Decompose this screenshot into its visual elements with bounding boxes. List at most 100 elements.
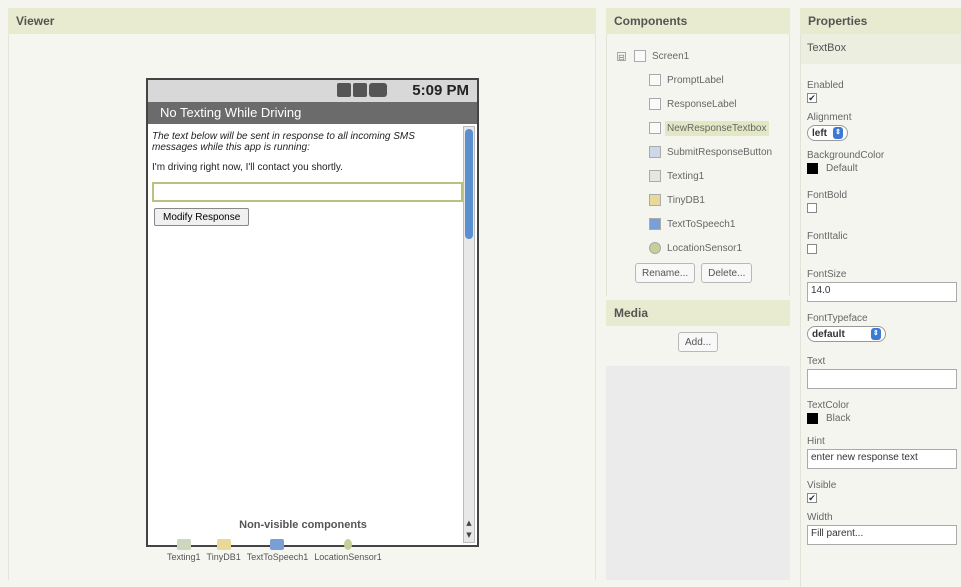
delete-button[interactable]: Delete... <box>701 263 753 283</box>
modify-response-button[interactable]: Modify Response <box>154 208 250 226</box>
hint-input[interactable]: enter new response text <box>807 449 957 469</box>
component-type-label: TextBox <box>801 34 961 64</box>
tree-item-label: TextToSpeech1 <box>667 218 736 230</box>
location-icon <box>649 242 661 254</box>
prop-text: Text <box>801 356 961 389</box>
new-response-textbox[interactable] <box>152 182 463 202</box>
textcolor-picker[interactable]: Black <box>807 413 955 424</box>
fontbold-checkbox[interactable] <box>807 203 817 213</box>
tree-item-tinydb1[interactable]: TinyDB1 <box>607 188 791 212</box>
phone-scrollbar[interactable]: ▲ ▼ <box>463 126 475 543</box>
select-arrows-icon: ⇕ <box>870 328 881 340</box>
prop-label: FontSize <box>807 269 847 280</box>
select-arrows-icon: ⇕ <box>833 127 843 139</box>
textbox-icon <box>649 122 661 134</box>
screen-icon <box>634 50 646 62</box>
visible-checkbox[interactable]: ✔ <box>807 493 817 503</box>
prop-label: BackgroundColor <box>807 150 885 161</box>
scroll-down-arrow[interactable]: ▼ <box>464 530 474 540</box>
fontsize-input[interactable]: 14.0 <box>807 282 957 302</box>
response-label[interactable]: I'm driving right now, I'll contact you … <box>152 162 459 174</box>
button-icon <box>649 146 661 158</box>
media-header: Media <box>606 300 790 326</box>
prop-visible: Visible ✔ <box>801 480 961 503</box>
components-header: Components <box>606 8 790 34</box>
tree-item-label: NewResponseTextbox <box>665 120 769 136</box>
texting-icon <box>176 539 191 550</box>
nonvisible-item-label: TextToSpeech1 <box>246 552 309 562</box>
prop-label: FontTypeface <box>807 313 868 324</box>
tree-item-label: Texting1 <box>667 170 705 182</box>
nonvisible-texttospeech1[interactable]: TextToSpeech1 <box>246 539 309 562</box>
text-input[interactable] <box>807 369 957 389</box>
component-tree: ⊟ Screen1 PromptLabel ResponseLabel NewR… <box>607 44 791 260</box>
tree-item-label: ResponseLabel <box>667 98 737 110</box>
color-value: Default <box>826 163 858 174</box>
database-icon <box>649 194 661 206</box>
status-icons <box>337 83 387 97</box>
tree-item-locationsensor1[interactable]: LocationSensor1 <box>607 236 791 260</box>
tree-item-label: Screen1 <box>652 50 690 62</box>
nonvisible-tinydb1[interactable]: TinyDB1 <box>207 539 241 562</box>
prop-alignment: Alignment left ⇕ <box>801 112 961 141</box>
add-media-button[interactable]: Add... <box>678 332 719 352</box>
app-inventor-designer: Viewer Components Properties 5:09 PM No … <box>0 0 961 587</box>
prop-label: Visible <box>807 480 837 491</box>
prop-enabled: Enabled ✔ <box>801 80 961 103</box>
prop-backgroundcolor: BackgroundColor Default <box>801 150 961 174</box>
nonvisible-item-label: LocationSensor1 <box>314 552 382 562</box>
phone-status-bar: 5:09 PM <box>148 80 477 102</box>
rename-button[interactable]: Rename... <box>635 263 696 283</box>
color-swatch <box>807 163 818 174</box>
alignment-select[interactable]: left ⇕ <box>807 125 848 141</box>
tree-item-screen1[interactable]: ⊟ Screen1 <box>607 44 791 68</box>
prompt-label[interactable]: The text below will be sent in response … <box>152 131 459 153</box>
prop-label: FontItalic <box>807 231 848 242</box>
tree-item-promptlabel[interactable]: PromptLabel <box>607 68 791 92</box>
nonvisible-item-label: Texting1 <box>167 552 201 562</box>
tree-item-label: PromptLabel <box>667 74 724 86</box>
prop-label: FontBold <box>807 190 848 201</box>
viewer-panel: 5:09 PM No Texting While Driving The tex… <box>8 34 596 580</box>
nonvisible-texting1[interactable]: Texting1 <box>167 539 201 562</box>
components-panel: ⊟ Screen1 PromptLabel ResponseLabel NewR… <box>606 34 790 296</box>
prop-fonttypeface: FontTypeface default ⇕ <box>801 313 961 342</box>
prop-label: Text <box>807 356 826 367</box>
tree-item-texttospeech1[interactable]: TextToSpeech1 <box>607 212 791 236</box>
label-icon <box>649 74 661 86</box>
component-buttons: Rename... Delete... <box>635 263 753 283</box>
label-icon <box>649 98 661 110</box>
texting-icon <box>649 170 661 182</box>
speech-icon <box>270 539 285 550</box>
color-swatch <box>807 413 818 424</box>
tree-item-texting1[interactable]: Texting1 <box>607 164 791 188</box>
phone-title-bar: No Texting While Driving <box>148 102 477 124</box>
prop-width: Width Fill parent... <box>801 512 961 545</box>
tree-item-submitresponsebutton[interactable]: SubmitResponseButton <box>607 140 791 164</box>
prop-label: TextColor <box>807 400 850 411</box>
speech-icon <box>649 218 661 230</box>
collapse-icon[interactable]: ⊟ <box>617 51 626 62</box>
tree-item-label: LocationSensor1 <box>667 242 743 254</box>
select-value: default <box>812 328 845 340</box>
color-value: Black <box>826 413 851 424</box>
width-input[interactable]: Fill parent... <box>807 525 957 545</box>
media-panel: Add... <box>606 326 790 366</box>
fonttypeface-select[interactable]: default ⇕ <box>807 326 886 342</box>
enabled-checkbox[interactable]: ✔ <box>807 93 817 103</box>
select-value: left <box>812 127 827 139</box>
tree-item-label: SubmitResponseButton <box>667 146 773 158</box>
fontitalic-checkbox[interactable] <box>807 244 817 254</box>
media-empty-area <box>606 366 790 580</box>
nonvisible-components-label: Non-visible components <box>239 519 367 531</box>
prop-fontbold: FontBold <box>801 190 961 213</box>
tree-item-responselabel[interactable]: ResponseLabel <box>607 92 791 116</box>
prop-hint: Hint enter new response text <box>801 436 961 469</box>
battery-icon <box>369 83 387 97</box>
tree-item-newresponsetextbox[interactable]: NewResponseTextbox <box>607 116 791 140</box>
scroll-thumb[interactable] <box>465 129 473 239</box>
backgroundcolor-picker[interactable]: Default <box>807 163 955 174</box>
nonvisible-locationsensor1[interactable]: LocationSensor1 <box>314 539 382 562</box>
signal-icon <box>353 83 367 97</box>
nonvisible-item-label: TinyDB1 <box>206 552 241 562</box>
